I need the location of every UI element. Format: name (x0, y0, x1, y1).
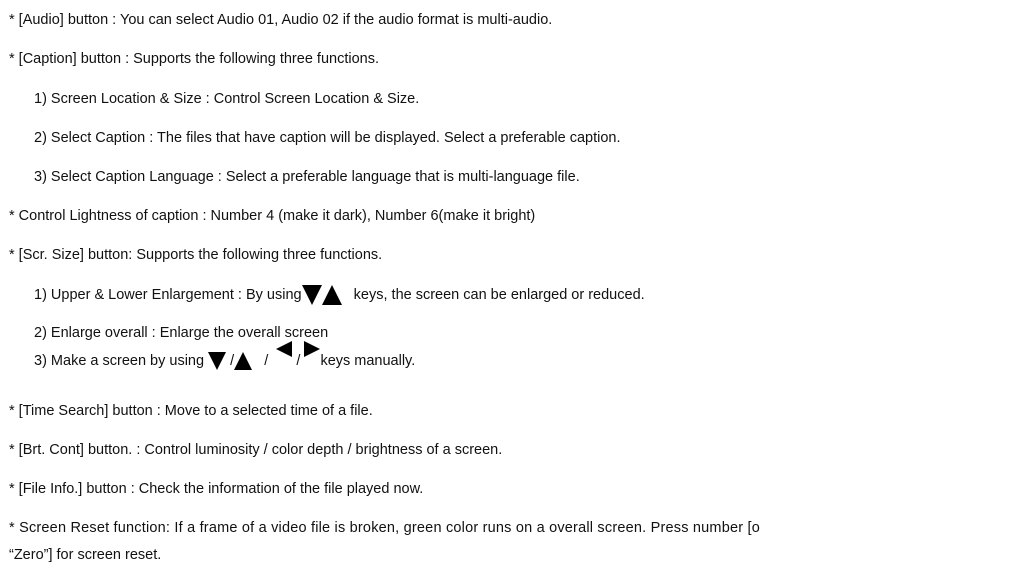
scr-size-item-1-text: 1) Upper & Lower Enlargement : By using (34, 286, 302, 303)
arrow-right-icon (304, 341, 321, 358)
screen-reset-note: * Screen Reset function: If a frame of a… (9, 520, 760, 536)
caption-button-note: * [Caption] button : Supports the follow… (9, 51, 379, 67)
scr-size-item-3-text: 3) Make a screen by using (34, 353, 205, 369)
time-search-button-note: * [Time Search] button : Move to a selec… (9, 403, 373, 419)
lightness-note: * Control Lightness of caption : Number … (9, 208, 536, 224)
arrow-down-icon (208, 352, 227, 371)
arrow-left-icon (276, 341, 293, 358)
file-info-button-note: * [File Info.] button : Check the inform… (9, 481, 424, 497)
caption-item-2: 2) Select Caption : The files that have … (34, 130, 621, 146)
audio-button-note: * [Audio] button : You can select Audio … (9, 12, 553, 28)
scr-size-item-2: 2) Enlarge overall : Enlarge the overall… (34, 325, 329, 341)
scr-size-button-note: * [Scr. Size] button: Supports the follo… (9, 247, 383, 263)
scr-size-item-3: 3) Make a screen by using / / / keys man… (34, 341, 416, 371)
scr-size-item-1: 1) Upper & Lower Enlargement : By using … (34, 285, 645, 305)
separator: / (264, 353, 269, 369)
screen-reset-note-cont: “Zero”] for screen reset. (9, 547, 162, 563)
scr-size-item-1-text-end: keys, the screen can be enlarged or redu… (353, 286, 645, 303)
caption-item-3: 3) Select Caption Language : Select a pr… (34, 169, 580, 185)
arrow-up-icon (321, 285, 342, 305)
scr-size-item-3-text-end: keys manually. (320, 353, 416, 369)
brt-cont-button-note: * [Brt. Cont] button. : Control luminosi… (9, 442, 503, 458)
separator: / (296, 353, 301, 369)
arrow-down-icon (301, 285, 322, 305)
arrow-up-icon (234, 352, 253, 371)
caption-item-1: 1) Screen Location & Size : Control Scre… (34, 91, 420, 107)
